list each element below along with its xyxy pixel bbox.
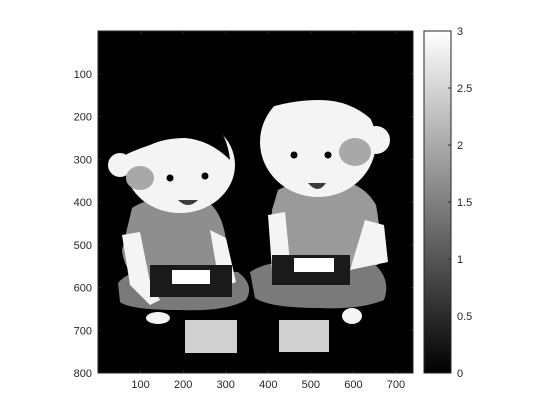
left-child-cheek: [126, 166, 154, 190]
left-child-foot: [146, 312, 170, 324]
colorbar-tick-label: 1: [457, 254, 463, 266]
figure: 100 200 300 400 500 600 700 100 200 300 400 500 600…: [74, 26, 473, 391]
y-tick-label: 700: [74, 325, 92, 337]
colorbar-ticks: 0 0.5 1 1.5 2 2.5 3: [448, 26, 472, 380]
floor-card-left: [185, 320, 237, 353]
colorbar-tick-label: 2.5: [457, 83, 472, 95]
y-tick-label: 400: [74, 197, 92, 209]
x-tick-label: 100: [131, 379, 149, 391]
right-child-eye-right: [324, 151, 332, 159]
x-tick-label: 300: [217, 379, 235, 391]
colorbar-tick-label: 3: [457, 26, 463, 38]
left-child-screen: [172, 270, 210, 284]
x-tick-label: 200: [174, 379, 192, 391]
right-child-eye-left: [290, 151, 298, 159]
x-tick-label: 500: [302, 379, 320, 391]
y-tick-label: 100: [74, 69, 92, 81]
y-tick-label: 200: [74, 112, 92, 124]
colorbar: 0 0.5 1 1.5 2 2.5 3: [423, 26, 472, 380]
y-tick-label: 300: [74, 154, 92, 166]
right-child-screen: [294, 258, 334, 272]
y-tick-label: 600: [74, 283, 92, 295]
y-tick-label: 500: [74, 240, 92, 252]
right-child-foot: [342, 308, 362, 324]
y-tick-label: 800: [74, 368, 92, 380]
x-tick-label: 700: [387, 379, 405, 391]
left-child-eye-left: [166, 174, 174, 182]
x-tick-label: 600: [344, 379, 362, 391]
colorbar-tick-label: 0: [457, 368, 463, 380]
colorbar-tick-label: 1.5: [457, 197, 472, 209]
floor-card-right: [279, 320, 329, 352]
x-tick-label: 400: [259, 379, 277, 391]
colorbar-tick-label: 0.5: [457, 311, 472, 323]
right-child-cheek: [339, 138, 371, 166]
left-child-eye-right: [201, 172, 209, 180]
colorbar-tick-label: 2: [457, 140, 463, 152]
colorbar-gradient: [424, 31, 451, 373]
image-axes: 100 200 300 400 500 600 700 100 200 300 400 500 600…: [74, 30, 414, 391]
